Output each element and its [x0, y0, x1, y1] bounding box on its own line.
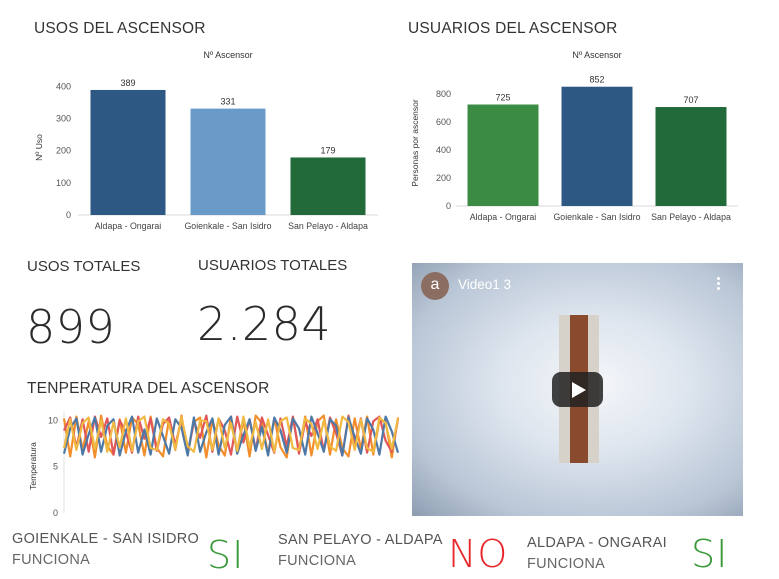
- status-aldapa-value: SI: [691, 532, 729, 576]
- temp-y-axis-label: Temperatura: [28, 442, 38, 490]
- usuarios-totales-label: USUARIOS TOTALES: [198, 257, 348, 274]
- usos-bar: [90, 89, 166, 215]
- usos-bar-chart: Nº Ascensor Nº Uso 0 100 200 300 400 389 Aldapa …: [34, 50, 378, 231]
- usuarios-chart-title: USUARIOS DEL ASCENSOR: [408, 20, 618, 37]
- temp-y-tick-label: 0: [53, 508, 58, 518]
- usuarios-bar: [655, 107, 727, 206]
- usos-data-label: 389: [120, 78, 135, 88]
- usos-y-tick-label: 400: [56, 81, 71, 91]
- video-player[interactable]: a Video1 3: [412, 263, 743, 516]
- channel-avatar[interactable]: a: [421, 272, 449, 300]
- temperatura-line-chart: Temperatura 0 5 10: [28, 411, 400, 518]
- usuarios-bar: [561, 86, 633, 206]
- usuarios-x-tick-label: Goienkale - San Isidro: [553, 212, 640, 222]
- usuarios-y-tick-label: 200: [436, 173, 451, 183]
- more-options-icon[interactable]: [715, 276, 721, 292]
- usuarios-x-tick-label: Aldapa - Ongarai: [470, 212, 537, 222]
- usos-y-axis-label: Nº Uso: [34, 134, 44, 161]
- status-goienkale-name: GOIENKALE - SAN ISIDRO: [12, 531, 200, 547]
- usuarios-data-label: 707: [683, 95, 698, 105]
- usos-chart-title: USOS DEL ASCENSOR: [34, 20, 206, 37]
- status-goienkale-label: FUNCIONA: [12, 552, 91, 568]
- usuarios-y-tick-label: 800: [436, 89, 451, 99]
- status-sanpelayo-label: FUNCIONA: [278, 553, 357, 569]
- usos-data-label: 331: [220, 97, 235, 107]
- usos-legend-title: Nº Ascensor: [203, 50, 252, 60]
- usos-x-tick-label: Aldapa - Ongarai: [95, 221, 162, 231]
- usuarios-y-tick-label: 400: [436, 145, 451, 155]
- usos-bar: [190, 108, 266, 215]
- usuarios-totales-value: 2.284: [197, 297, 332, 351]
- usos-y-tick-label: 100: [56, 178, 71, 188]
- usuarios-bar-chart: Nº Ascensor Personas por ascensor 0 200 400 6…: [410, 50, 738, 222]
- temperatura-chart-title: TENPERATURA DEL ASCENSOR: [27, 380, 270, 397]
- usuarios-y-tick-label: 600: [436, 117, 451, 127]
- temp-y-tick-label: 10: [48, 415, 58, 425]
- usuarios-data-label: 852: [589, 75, 604, 85]
- usos-x-tick-label: Goienkale - San Isidro: [184, 221, 271, 231]
- usos-bar: [290, 157, 366, 215]
- status-goienkale-value: SI: [207, 533, 245, 577]
- usos-x-tick-label: San Pelayo - Aldapa: [288, 221, 368, 231]
- usuarios-bar: [467, 104, 539, 206]
- usos-y-tick-label: 0: [66, 210, 71, 220]
- usos-y-tick-label: 300: [56, 114, 71, 124]
- usuarios-y-axis-label: Personas por ascensor: [410, 99, 420, 187]
- play-icon[interactable]: [552, 372, 603, 407]
- usos-data-label: 179: [320, 145, 335, 155]
- status-aldapa-label: FUNCIONA: [527, 556, 606, 572]
- usuarios-data-label: 725: [495, 93, 510, 103]
- usuarios-legend-title: Nº Ascensor: [572, 50, 621, 60]
- usuarios-x-tick-label: San Pelayo - Aldapa: [651, 212, 731, 222]
- status-sanpelayo-name: SAN PELAYO - ALDAPA: [278, 532, 443, 548]
- usos-totales-label: USOS TOTALES: [27, 258, 141, 275]
- status-aldapa-name: ALDAPA - ONGARAI: [527, 535, 667, 551]
- status-sanpelayo-value: NO: [448, 532, 509, 576]
- usuarios-y-tick-label: 0: [446, 201, 451, 211]
- video-title[interactable]: Video1 3: [458, 277, 511, 292]
- temp-y-tick-label: 5: [53, 462, 58, 472]
- usos-totales-value: 899: [26, 300, 116, 354]
- usos-y-tick-label: 200: [56, 146, 71, 156]
